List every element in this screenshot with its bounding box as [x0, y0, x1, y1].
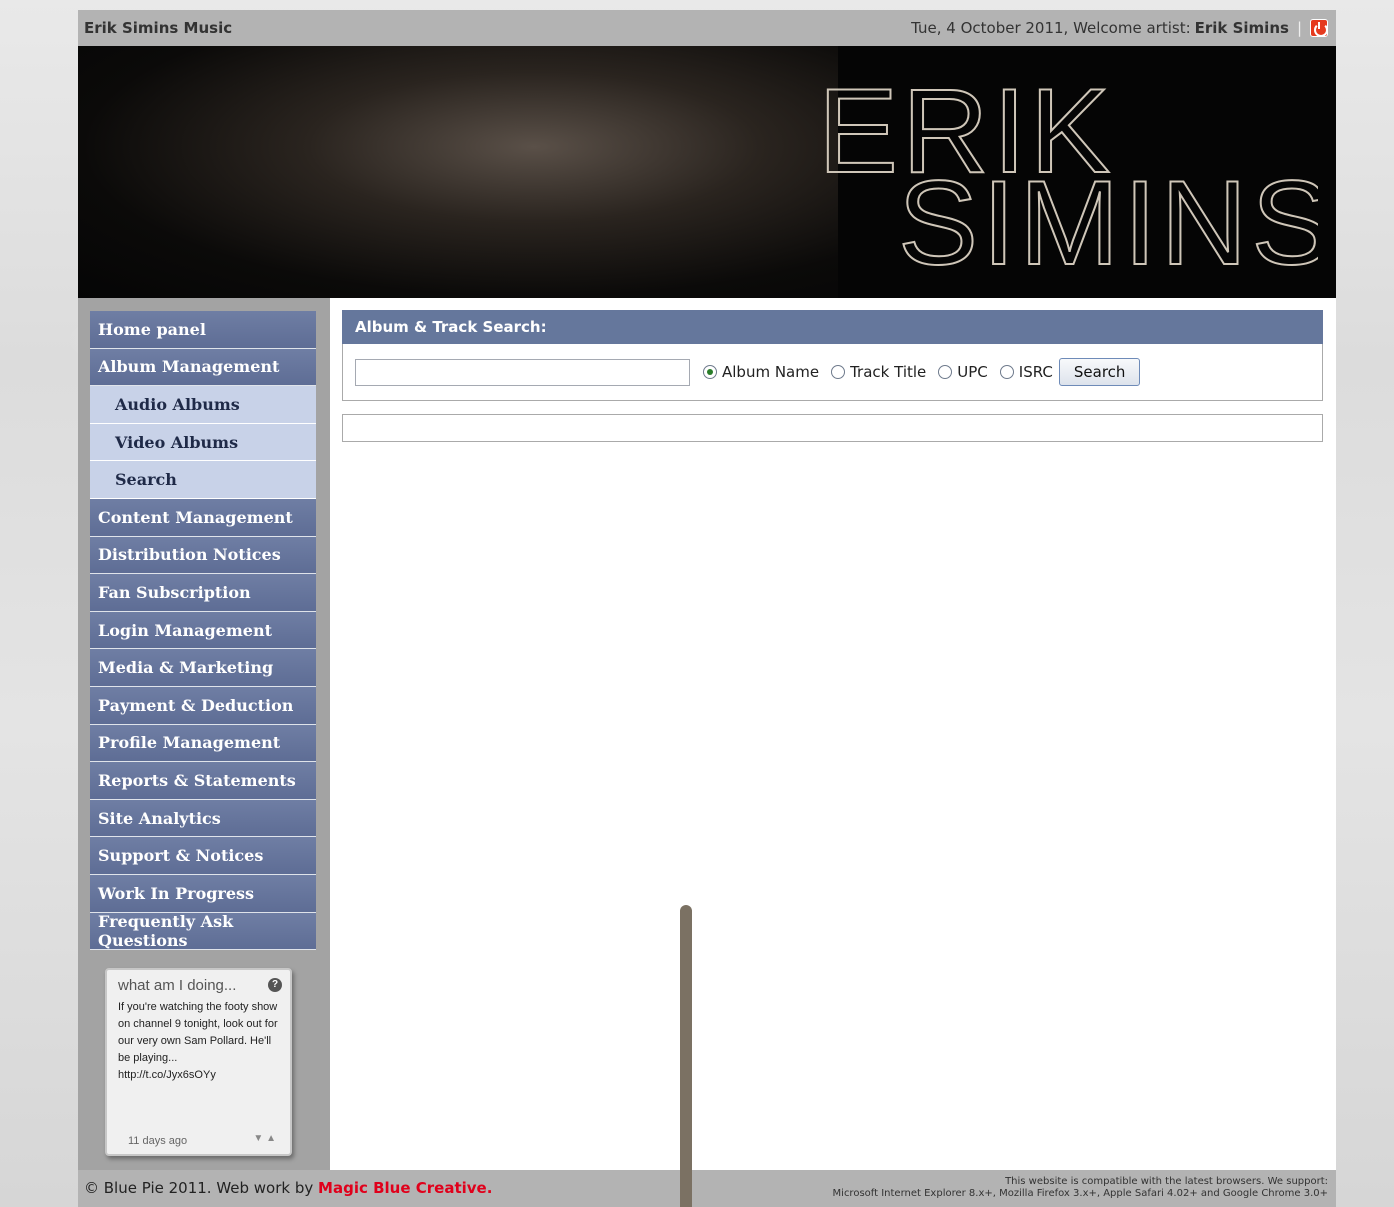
- sidebar-item-reports-statements[interactable]: Reports & Statements: [90, 762, 316, 800]
- sidebar-item-login-management[interactable]: Login Management: [90, 611, 316, 650]
- sidebar-item-media-marketing[interactable]: Media & Marketing: [90, 649, 316, 687]
- sidebar-item-work-in-progress[interactable]: Work In Progress: [90, 874, 316, 913]
- radio-track-title[interactable]: Track Title: [831, 363, 926, 381]
- status-widget: what am I doing... ? If you're watching …: [105, 968, 292, 1156]
- radio-icon[interactable]: [999, 365, 1014, 379]
- radio-label: Album Name: [722, 363, 820, 381]
- header-banner: ERIK SIMINS: [78, 46, 1336, 298]
- results-area: [342, 414, 1323, 442]
- radio-label: ISRC: [1018, 363, 1053, 381]
- sidebar-item-album-management[interactable]: Album Management: [90, 348, 316, 387]
- sidebar-item-audio-albums[interactable]: Audio Albums: [90, 386, 316, 424]
- sidebar-item-site-analytics[interactable]: Site Analytics: [90, 799, 316, 838]
- sidebar-item-home-panel[interactable]: Home panel: [90, 311, 316, 349]
- sidebar-item-content-management[interactable]: Content Management: [90, 498, 316, 537]
- sidebar-item-search[interactable]: Search: [90, 461, 316, 499]
- sidebar-item-video-albums[interactable]: Video Albums: [90, 423, 316, 462]
- date-welcome-text: Tue, 4 October 2011, Welcome artist:: [911, 19, 1191, 37]
- browser-compat: This website is compatible with the late…: [833, 1176, 1328, 1200]
- page-container: Erik Simins Music Tue, 4 October 2011, W…: [78, 10, 1336, 1207]
- site-brand[interactable]: Erik Simins Music: [84, 19, 232, 37]
- radio-icon[interactable]: [938, 365, 953, 379]
- sidebar-item-profile-management[interactable]: Profile Management: [90, 724, 316, 763]
- radio-icon[interactable]: [703, 365, 717, 379]
- sidebar-item-payment-deduction[interactable]: Payment & Deduction: [90, 686, 316, 725]
- search-button[interactable]: Search: [1058, 358, 1141, 386]
- compat-line-2: Microsoft Internet Explorer 8.x+, Mozill…: [832, 1188, 1328, 1199]
- drag-handle[interactable]: [680, 905, 692, 1207]
- sidebar-item-support-notices[interactable]: Support & Notices: [90, 837, 316, 875]
- artist-name: Erik Simins: [1194, 19, 1289, 37]
- widget-title: what am I doing...: [118, 977, 237, 994]
- copyright-text: © Blue Pie 2011. Web work by: [84, 1179, 314, 1197]
- artist-logo: ERIK SIMINS: [817, 76, 1318, 276]
- radio-album-name[interactable]: Album Name: [703, 363, 819, 381]
- logout-power-icon[interactable]: [1310, 19, 1328, 37]
- widget-nav-arrows-icon[interactable]: ▼ ▲: [253, 1133, 276, 1144]
- radio-upc[interactable]: UPC: [938, 363, 988, 381]
- search-panel-title: Album & Track Search:: [342, 310, 1323, 344]
- sidebar-nav: Home panel Album Management Audio Albums Vi…: [90, 311, 316, 951]
- welcome-area: Tue, 4 October 2011, Welcome artist: Eri…: [911, 19, 1328, 37]
- help-icon[interactable]: ?: [268, 978, 282, 992]
- footer-copyright: © Blue Pie 2011. Web work by Magic Blue …: [84, 1179, 492, 1197]
- radio-icon[interactable]: [831, 365, 846, 379]
- compat-line-1: This website is compatible with the late…: [1005, 1176, 1328, 1187]
- widget-text: If you're watching the footy show on cha…: [118, 1001, 278, 1081]
- sidebar-item-fan-subscription[interactable]: Fan Subscription: [90, 574, 316, 612]
- radio-isrc[interactable]: ISRC: [999, 363, 1053, 381]
- footer: © Blue Pie 2011. Web work by Magic Blue …: [78, 1170, 1336, 1207]
- widget-timestamp: 11 days ago: [128, 1135, 188, 1147]
- divider: |: [1296, 19, 1302, 37]
- search-input[interactable]: [355, 358, 690, 386]
- logo-line2: SIMINS: [898, 156, 1318, 276]
- sidebar-item-distribution-notices[interactable]: Distribution Notices: [90, 536, 316, 575]
- search-panel-body: Album Name Track Title UPC ISRC Search: [342, 344, 1323, 401]
- artist-photo: [78, 46, 838, 298]
- radio-label: Track Title: [850, 363, 927, 381]
- top-bar: Erik Simins Music Tue, 4 October 2011, W…: [78, 10, 1336, 46]
- sidebar-item-frequently-ask-questions[interactable]: Frequently Ask Questions: [90, 912, 316, 951]
- credit-link[interactable]: Magic Blue Creative.: [318, 1179, 492, 1197]
- sidebar: Home panel Album Management Audio Albums Vi…: [78, 298, 330, 1170]
- radio-label: UPC: [957, 363, 988, 381]
- main-content: Album & Track Search: Album Name Track T…: [342, 310, 1323, 442]
